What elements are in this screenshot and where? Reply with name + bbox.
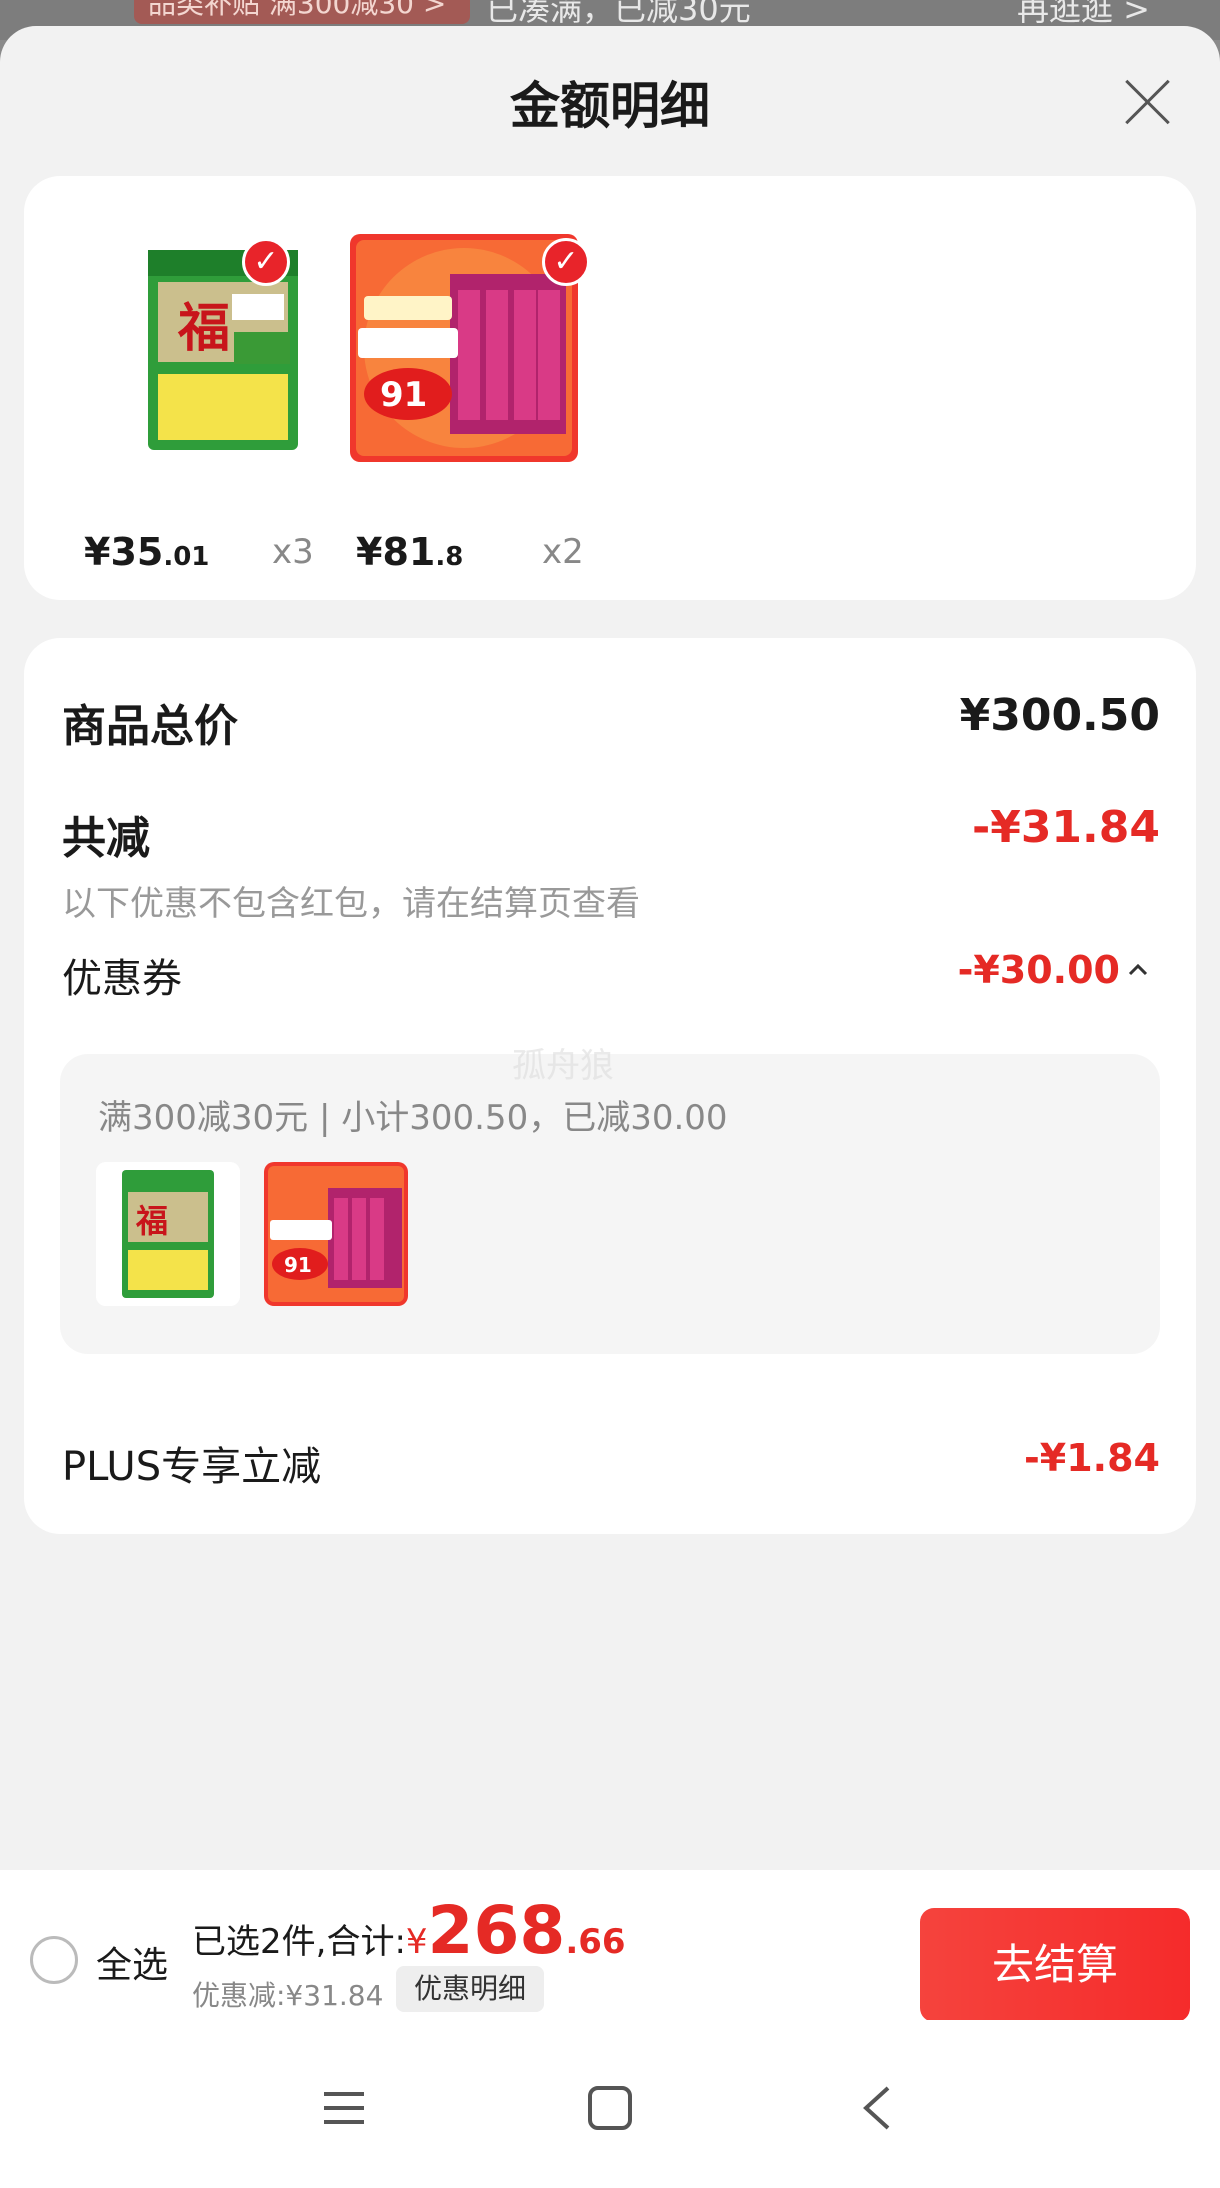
check-icon[interactable]: ✓ — [542, 238, 590, 286]
selected-total: 已选2件,合计:¥268.66 — [192, 1892, 626, 1969]
discount-detail-button[interactable]: 优惠明细 — [396, 1966, 545, 2012]
chevron-up-icon[interactable] — [1126, 958, 1150, 982]
total-reduction-value: -¥31.84 — [971, 802, 1160, 853]
select-all-label[interactable]: 全选 — [96, 1936, 168, 1988]
coupon-detail-text: 满300减30元 | 小计300.50，已减30.00 — [98, 1098, 728, 1138]
svg-text:91: 91 — [284, 1253, 312, 1277]
selected-count-text: 已选2件,合计: — [192, 1922, 406, 1962]
product-price-decimal: .01 — [163, 542, 210, 572]
back-chevron-icon[interactable] — [850, 2080, 906, 2136]
sheet-title: 金额明细 — [510, 77, 710, 135]
checkout-button[interactable]: 去结算 — [920, 1908, 1190, 2022]
total-amount-integer: 268 — [427, 1892, 566, 1969]
product-price: ¥81.8 — [356, 530, 463, 574]
checkout-bar: 全选 已选2件,合计:¥268.66 优惠减:¥31.84 优惠明细 去结算 — [0, 1870, 1220, 2022]
amount-detail-sheet: 金额明细 福 ✓ 91 ✓ ¥35.01 x3 ¥81.8 x2 商品总价 ¥3… — [0, 26, 1220, 2188]
product-image-rice[interactable]: 福 — [114, 234, 342, 462]
total-reduction-label: 共减 — [62, 813, 150, 864]
select-all-radio[interactable] — [30, 1936, 78, 1984]
coupon-product-thumb-rice: 福 — [96, 1162, 240, 1306]
menu-icon[interactable] — [316, 2080, 372, 2136]
coupon-label[interactable]: 优惠券 — [62, 946, 182, 1004]
product-price: ¥35.01 — [84, 530, 209, 574]
total-price-value: ¥300.50 — [959, 690, 1160, 741]
home-square-icon[interactable] — [582, 2080, 638, 2136]
system-nav-bar — [0, 2020, 1220, 2188]
check-icon[interactable]: ✓ — [242, 238, 290, 286]
reduction-note: 以下优惠不包含红包，请在结算页查看 — [62, 884, 640, 924]
total-currency: ¥ — [405, 1922, 428, 1962]
product-price-main: ¥81 — [356, 530, 436, 574]
product-price-main: ¥35 — [84, 530, 164, 574]
coupon-product-thumb-box: 91 — [264, 1162, 408, 1306]
coupon-detail-box: 满300减30元 | 小计300.50，已减30.00 福 91 — [60, 1054, 1160, 1354]
watermark: 孤舟狼 — [512, 1046, 614, 1086]
total-amount-decimal: .66 — [565, 1922, 626, 1962]
svg-text:福: 福 — [135, 1202, 168, 1240]
svg-text:91: 91 — [380, 375, 427, 415]
discount-summary: 优惠减:¥31.84 — [192, 1979, 384, 2012]
plus-discount-value: -¥1.84 — [1024, 1436, 1160, 1480]
coupon-value[interactable]: -¥30.00 — [958, 948, 1120, 992]
close-icon[interactable] — [1122, 76, 1172, 126]
product-quantity: x2 — [542, 532, 584, 572]
product-quantity: x3 — [272, 532, 314, 572]
product-price-decimal: .8 — [435, 542, 464, 572]
svg-text:福: 福 — [177, 298, 230, 359]
background-promo-tag[interactable]: 品类补贴 满300减30 > — [134, 0, 470, 24]
products-card: 福 ✓ 91 ✓ ¥35.01 x3 ¥81.8 x2 — [24, 176, 1196, 600]
plus-discount-label: PLUS专享立减 — [62, 1444, 322, 1490]
total-price-label: 商品总价 — [62, 701, 238, 752]
